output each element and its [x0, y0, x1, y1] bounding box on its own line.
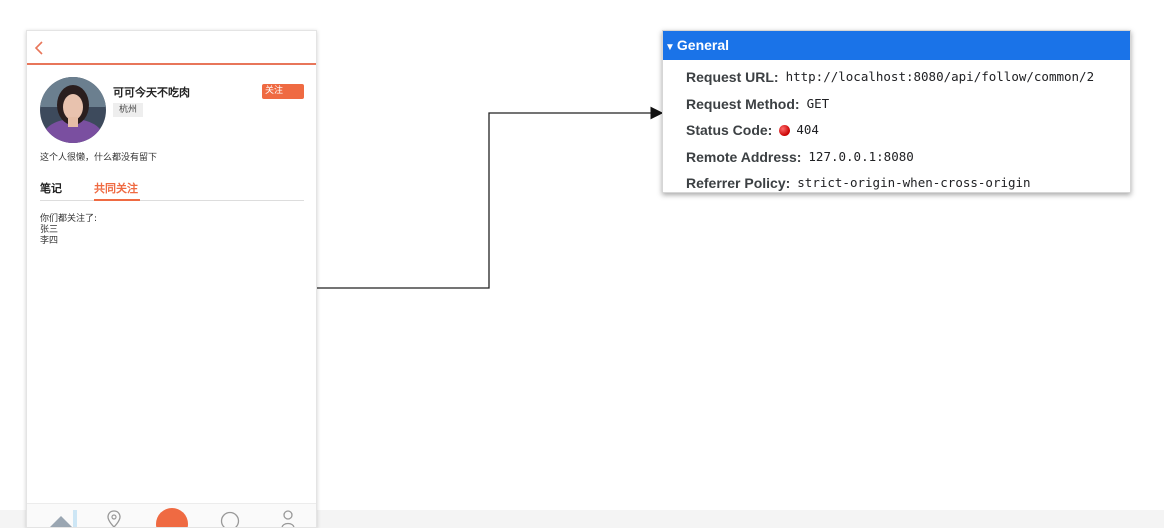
referrer-policy-value[interactable]: strict-origin-when-cross-origin — [797, 170, 1030, 197]
avatar[interactable] — [40, 77, 106, 143]
user-name: 可可今天不吃肉 — [113, 86, 190, 99]
request-method-value[interactable]: GET — [807, 91, 830, 118]
map-pin-icon[interactable] — [107, 510, 121, 528]
general-section-header[interactable]: ▼ General — [663, 31, 1130, 60]
back-arrow-icon[interactable] — [32, 39, 48, 57]
general-rows: Request URL: http://localhost:8080/api/f… — [663, 60, 1130, 197]
referrer-policy-row: Referrer Policy: strict-origin-when-cros… — [663, 170, 1130, 197]
tab-notes[interactable]: 笔记 — [40, 180, 62, 196]
triangle-down-icon: ▼ — [665, 42, 675, 53]
status-code-row: Status Code: 404 — [663, 117, 1130, 144]
request-url-row: Request URL: http://localhost:8080/api/f… — [663, 64, 1130, 91]
phone-screen: 可可今天不吃肉 杭州 关注 这个人很懒，什么都没有留下 笔记 共同关注 你们都关… — [26, 30, 317, 528]
status-error-icon — [779, 124, 791, 136]
tab-common-follows[interactable]: 共同关注 — [94, 180, 138, 196]
location-tag: 杭州 — [113, 103, 144, 117]
request-method-label: Request Method: — [686, 95, 800, 112]
bottom-nav — [27, 503, 316, 528]
remote-address-row: Remote Address: 127.0.0.1:8080 — [663, 144, 1130, 171]
active-tab-indicator — [94, 199, 140, 201]
common-follows-list: 你们都关注了: 张三 李四 — [40, 214, 97, 247]
request-url-label: Request URL: — [686, 69, 779, 85]
request-url-value[interactable]: http://localhost:8080/api/follow/common/… — [786, 64, 1095, 91]
profile-icon[interactable] — [281, 510, 295, 528]
message-icon[interactable] — [220, 511, 240, 528]
remote-address-label: Remote Address: — [686, 148, 802, 165]
home-icon[interactable] — [45, 508, 77, 528]
app-header — [27, 31, 316, 65]
general-section-title: General — [676, 37, 730, 53]
request-method-row: Request Method: GET — [663, 91, 1130, 118]
tabs-divider — [40, 200, 304, 201]
add-icon[interactable] — [156, 508, 188, 528]
list-item[interactable]: 李四 — [40, 236, 97, 247]
referrer-policy-label: Referrer Policy: — [686, 175, 791, 192]
devtools-general-panel: ▼ General Request URL: http://localhost:8… — [662, 30, 1131, 193]
follow-button[interactable]: 关注 — [262, 84, 304, 99]
remote-address-value[interactable]: 127.0.0.1:8080 — [808, 144, 913, 171]
user-bio: 这个人很懒，什么都没有留下 — [40, 153, 158, 163]
list-item[interactable]: 张三 — [40, 225, 97, 236]
status-code-label: Status Code: — [686, 122, 773, 139]
status-code-value[interactable]: 404 — [796, 117, 819, 144]
common-follows-heading: 你们都关注了: — [40, 214, 98, 224]
